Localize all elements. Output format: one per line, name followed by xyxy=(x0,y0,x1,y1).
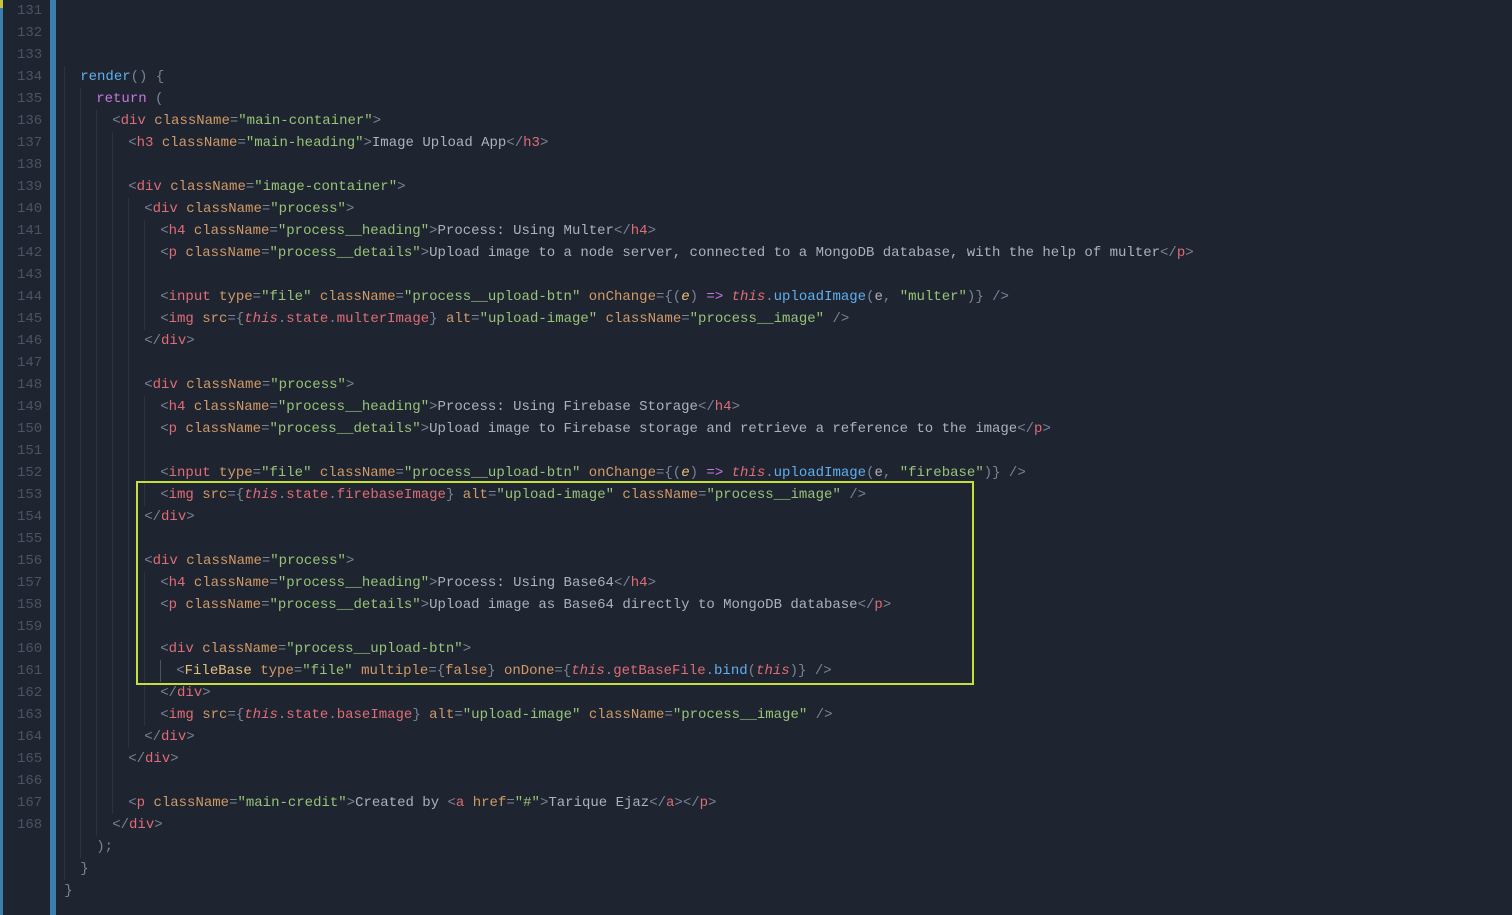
line-number: 149 xyxy=(17,396,42,418)
code-line[interactable]: <img src={this.state.baseImage} alt="upl… xyxy=(64,704,1512,726)
line-number: 131 xyxy=(17,0,42,22)
code-line[interactable]: <input type="file" className="process__u… xyxy=(64,462,1512,484)
code-line[interactable]: <div className="process__upload-btn"> xyxy=(64,638,1512,660)
code-line[interactable]: <p className="process__details">Upload i… xyxy=(64,242,1512,264)
line-number: 158 xyxy=(17,594,42,616)
code-line[interactable]: </div> xyxy=(64,726,1512,748)
code-line[interactable]: } xyxy=(64,858,1512,880)
line-number: 154 xyxy=(17,506,42,528)
code-line[interactable]: </div> xyxy=(64,814,1512,836)
line-number: 153 xyxy=(17,484,42,506)
code-line[interactable] xyxy=(64,616,1512,638)
line-number: 152 xyxy=(17,462,42,484)
code-line[interactable]: <div className="main-container"> xyxy=(64,110,1512,132)
line-number: 163 xyxy=(17,704,42,726)
line-number: 161 xyxy=(17,660,42,682)
line-number: 132 xyxy=(17,22,42,44)
code-line[interactable]: </div> xyxy=(64,506,1512,528)
line-number: 166 xyxy=(17,770,42,792)
line-number: 146 xyxy=(17,330,42,352)
code-line[interactable]: <input type="file" className="process__u… xyxy=(64,286,1512,308)
line-number: 134 xyxy=(17,66,42,88)
code-line[interactable]: <div className="process"> xyxy=(64,374,1512,396)
line-number: 150 xyxy=(17,418,42,440)
code-line[interactable]: } xyxy=(64,880,1512,902)
line-number: 139 xyxy=(17,176,42,198)
line-number: 136 xyxy=(17,110,42,132)
line-number: 168 xyxy=(17,814,42,836)
code-line[interactable]: <img src={this.state.firebaseImage} alt=… xyxy=(64,484,1512,506)
code-line[interactable]: <div className="process"> xyxy=(64,550,1512,572)
line-number: 142 xyxy=(17,242,42,264)
code-line[interactable]: <p className="process__details">Upload i… xyxy=(64,594,1512,616)
code-line[interactable]: <img src={this.state.multerImage} alt="u… xyxy=(64,308,1512,330)
line-number: 155 xyxy=(17,528,42,550)
line-number: 165 xyxy=(17,748,42,770)
line-number: 148 xyxy=(17,374,42,396)
code-line[interactable]: <div className="process"> xyxy=(64,198,1512,220)
line-number: 156 xyxy=(17,550,42,572)
line-number: 141 xyxy=(17,220,42,242)
code-line[interactable]: <h4 className="process__heading">Process… xyxy=(64,220,1512,242)
line-number: 138 xyxy=(17,154,42,176)
line-number: 137 xyxy=(17,132,42,154)
line-number: 133 xyxy=(17,44,42,66)
code-line[interactable] xyxy=(64,352,1512,374)
line-number: 144 xyxy=(17,286,42,308)
code-line[interactable]: return ( xyxy=(64,88,1512,110)
line-number: 147 xyxy=(17,352,42,374)
code-line[interactable]: <p className="main-credit">Created by <a… xyxy=(64,792,1512,814)
line-number: 167 xyxy=(17,792,42,814)
line-number: 151 xyxy=(17,440,42,462)
code-line[interactable] xyxy=(64,770,1512,792)
code-line[interactable]: ); xyxy=(64,836,1512,858)
code-line[interactable] xyxy=(64,528,1512,550)
line-number: 140 xyxy=(17,198,42,220)
code-line[interactable]: <h4 className="process__heading">Process… xyxy=(64,396,1512,418)
code-line[interactable]: render() { xyxy=(64,66,1512,88)
code-line[interactable] xyxy=(64,264,1512,286)
line-number: 145 xyxy=(17,308,42,330)
code-editor: 1311321331341351361371381391401411421431… xyxy=(0,0,1512,915)
code-line[interactable]: </div> xyxy=(64,330,1512,352)
code-line[interactable] xyxy=(64,440,1512,462)
code-line[interactable]: <div className="image-container"> xyxy=(64,176,1512,198)
line-number: 159 xyxy=(17,616,42,638)
line-number: 164 xyxy=(17,726,42,748)
code-line[interactable]: </div> xyxy=(64,682,1512,704)
code-line[interactable] xyxy=(64,154,1512,176)
line-number: 143 xyxy=(17,264,42,286)
code-area[interactable]: render() {return (<div className="main-c… xyxy=(56,0,1512,915)
code-line[interactable]: <p className="process__details">Upload i… xyxy=(64,418,1512,440)
code-line[interactable]: <h3 className="main-heading">Image Uploa… xyxy=(64,132,1512,154)
code-line[interactable]: </div> xyxy=(64,748,1512,770)
code-line[interactable]: <h4 className="process__heading">Process… xyxy=(64,572,1512,594)
line-number: 162 xyxy=(17,682,42,704)
line-number-gutter: 1311321331341351361371381391401411421431… xyxy=(3,0,50,915)
line-number: 157 xyxy=(17,572,42,594)
line-number: 135 xyxy=(17,88,42,110)
code-line[interactable]: <FileBase type="file" multiple={false} o… xyxy=(64,660,1512,682)
line-number: 160 xyxy=(17,638,42,660)
